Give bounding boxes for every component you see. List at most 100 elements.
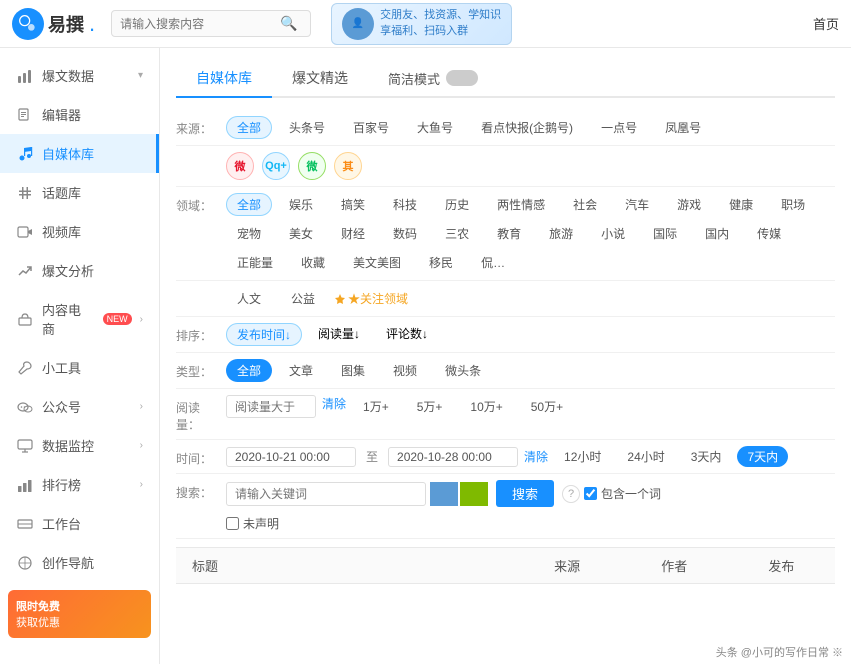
attention-domain-link[interactable]: ★关注领域 — [334, 290, 408, 307]
read-50w[interactable]: 50万+ — [520, 395, 574, 418]
source-kandian[interactable]: 看点快报(企鹅号) — [470, 116, 584, 139]
domain-youxi[interactable]: 游戏 — [666, 193, 712, 216]
read-count-input[interactable] — [226, 395, 316, 418]
sidebar-item-nei-rong-dian-shang[interactable]: 内容电商 NEW › — [0, 290, 159, 348]
domain-zhichang[interactable]: 职场 — [770, 193, 816, 216]
sort-read[interactable]: 阅读量↓ — [308, 323, 370, 346]
domain-guonei[interactable]: 国内 — [694, 222, 740, 245]
time-24h[interactable]: 24小时 — [617, 446, 674, 467]
domain-gongyi[interactable]: 公益 — [280, 287, 326, 310]
sidebar-item-pai-hang-bang[interactable]: 排行榜 › — [0, 465, 159, 504]
sidebar-item-shu-ju-jian-kong[interactable]: 数据监控 › — [0, 426, 159, 465]
domain-all[interactable]: 全部 — [226, 193, 272, 216]
undeclared-input[interactable] — [226, 517, 239, 530]
read-clear-btn[interactable]: 清除 — [322, 395, 346, 418]
sidebar-item-bao-wen-fen-xi[interactable]: 爆文分析 — [0, 251, 159, 290]
domain-chongwu[interactable]: 宠物 — [226, 222, 272, 245]
read-5w[interactable]: 5万+ — [406, 395, 454, 418]
time-clear-btn[interactable]: 清除 — [524, 448, 548, 465]
domain-xiaoshuo[interactable]: 小说 — [590, 222, 636, 245]
search-submit-btn[interactable]: 搜索 — [496, 480, 554, 507]
source-dayu[interactable]: 大鱼号 — [406, 116, 464, 139]
source-all[interactable]: 全部 — [226, 116, 272, 139]
source-weibo[interactable]: 微 — [226, 152, 254, 180]
trend-icon — [16, 262, 34, 280]
help-icon[interactable]: ? — [562, 485, 580, 503]
sidebar-item-xiao-gong-ju[interactable]: 小工具 — [0, 348, 159, 387]
undeclared-checkbox[interactable]: 未声明 — [226, 515, 661, 532]
filter-source-row: 来源： 全部 头条号 百家号 大鱼号 看点快报(企鹅号) 一点号 凤凰号 — [176, 110, 835, 146]
type-weitoutiao[interactable]: 微头条 — [434, 359, 492, 382]
domain-keji[interactable]: 科技 — [382, 193, 428, 216]
domain-guoji[interactable]: 国际 — [642, 222, 688, 245]
tab-bao-wen-jing-xuan[interactable]: 爆文精选 — [272, 60, 368, 98]
domain-sannong[interactable]: 三农 — [434, 222, 480, 245]
monitor-icon — [16, 437, 34, 455]
read-10w[interactable]: 10万+ — [459, 395, 513, 418]
time-3d[interactable]: 3天内 — [681, 446, 732, 467]
sidebar-item-zi-mei-ti-ku[interactable]: 自媒体库 — [0, 134, 159, 173]
include-one-word-checkbox[interactable]: 包含一个词 — [584, 485, 661, 502]
header-search-icon[interactable]: 🔍 — [280, 15, 297, 32]
domain-lvyou[interactable]: 旅游 — [538, 222, 584, 245]
sidebar-item-hua-ti-ku[interactable]: 话题库 — [0, 173, 159, 212]
wechat-icon — [16, 398, 34, 416]
promo-subtitle: 获取优惠 — [16, 614, 143, 630]
domain-meiwenmei[interactable]: 美文美图 — [342, 251, 412, 274]
header-search-box[interactable]: 🔍 — [111, 10, 311, 37]
tool-icon — [16, 359, 34, 377]
sidebar-item-gong-zhong-hao[interactable]: 公众号 › — [0, 387, 159, 426]
home-nav[interactable]: 首页 — [813, 14, 839, 33]
sort-time[interactable]: 发布时间↓ — [226, 323, 302, 346]
domain-chuanmei[interactable]: 传媒 — [746, 222, 792, 245]
source-baijia[interactable]: 百家号 — [342, 116, 400, 139]
search-keyword-input[interactable] — [226, 482, 426, 506]
domain-liangxing[interactable]: 两性情感 — [486, 193, 556, 216]
type-all[interactable]: 全部 — [226, 359, 272, 382]
domain-zhengneng[interactable]: 正能量 — [226, 251, 284, 274]
time-7d[interactable]: 7天内 — [737, 446, 788, 467]
sidebar-item-bian-ji-qi[interactable]: 编辑器 — [0, 95, 159, 134]
tab-zi-mei-ti-ku[interactable]: 自媒体库 — [176, 60, 272, 98]
source-qq[interactable]: Qq+ — [262, 152, 290, 180]
domain-other2[interactable]: 侃… — [470, 251, 516, 274]
promo-banner[interactable]: 限时免费 获取优惠 — [8, 590, 151, 638]
domain-caijing[interactable]: 财经 — [330, 222, 376, 245]
color-box-blue[interactable] — [430, 482, 458, 506]
domain-shehui[interactable]: 社会 — [562, 193, 608, 216]
time-end-input[interactable] — [388, 447, 518, 467]
time-start-input[interactable] — [226, 447, 356, 467]
domain-shoucang[interactable]: 收藏 — [290, 251, 336, 274]
type-album[interactable]: 图集 — [330, 359, 376, 382]
source-other[interactable]: 其 — [334, 152, 362, 180]
sidebar-item-bao-wen-data[interactable]: 爆文数据 ▾ — [0, 56, 159, 95]
domain-jiankang[interactable]: 健康 — [718, 193, 764, 216]
domain-jiaoyu[interactable]: 教育 — [486, 222, 532, 245]
read-1w[interactable]: 1万+ — [352, 395, 400, 418]
sidebar-item-gong-zuo-tai[interactable]: 工作台 — [0, 504, 159, 543]
type-article[interactable]: 文章 — [278, 359, 324, 382]
domain-renwen[interactable]: 人文 — [226, 287, 272, 310]
source-yidian[interactable]: 一点号 — [590, 116, 648, 139]
sidebar-item-shi-pin-ku[interactable]: 视频库 — [0, 212, 159, 251]
source-toutiao[interactable]: 头条号 — [278, 116, 336, 139]
sort-comment[interactable]: 评论数↓ — [376, 323, 438, 346]
source-fenghuang[interactable]: 凤凰号 — [654, 116, 712, 139]
domain-gaoxiao[interactable]: 搞笑 — [330, 193, 376, 216]
color-box-green[interactable] — [460, 482, 488, 506]
source-wechat2[interactable]: 微 — [298, 152, 326, 180]
domain-qiche[interactable]: 汽车 — [614, 193, 660, 216]
sidebar-item-chuang-zuo-dao-hang[interactable]: 创作导航 — [0, 543, 159, 582]
include-one-word-input[interactable] — [584, 487, 597, 500]
type-video[interactable]: 视频 — [382, 359, 428, 382]
domain-shuma[interactable]: 数码 — [382, 222, 428, 245]
header-search-input[interactable] — [120, 17, 280, 31]
simple-mode-toggle[interactable] — [446, 70, 478, 86]
domain-yule[interactable]: 娱乐 — [278, 193, 324, 216]
time-12h[interactable]: 12小时 — [554, 446, 611, 467]
sidebar-label-xiao-gong-ju: 小工具 — [42, 358, 81, 377]
chevron-right-icon3: › — [140, 440, 143, 451]
domain-yimin[interactable]: 移民 — [418, 251, 464, 274]
domain-lishi[interactable]: 历史 — [434, 193, 480, 216]
domain-meinu[interactable]: 美女 — [278, 222, 324, 245]
